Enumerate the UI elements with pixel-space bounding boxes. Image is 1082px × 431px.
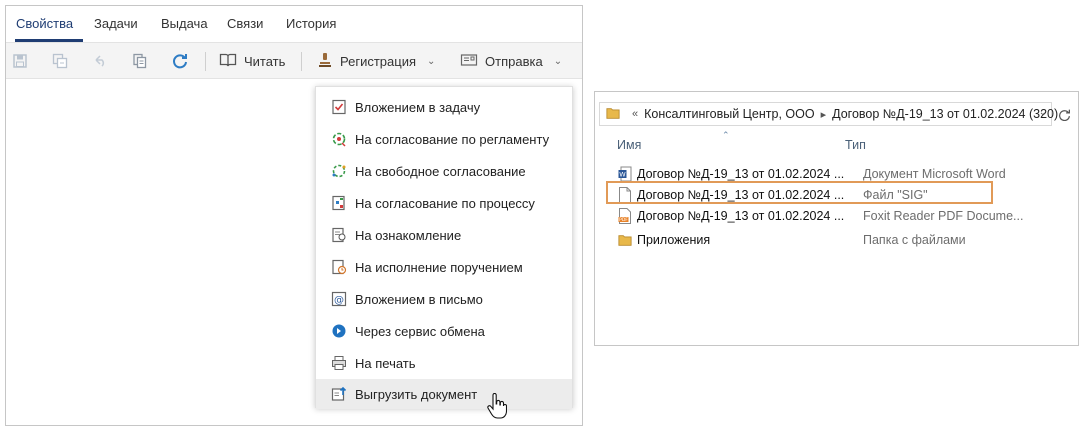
menu-item-label: На согласование по регламенту <box>355 131 550 147</box>
stamp-icon <box>317 52 333 71</box>
breadcrumb-overflow[interactable]: « <box>632 108 638 120</box>
menu-item-label: Через сервис обмена <box>355 323 485 339</box>
menu-item-label: На исполнение поручением <box>355 259 523 275</box>
refresh-icon[interactable] <box>170 51 190 71</box>
menu-item-label: Вложением в задачу <box>355 99 481 115</box>
register-button[interactable]: Регистрация ⌄ <box>317 51 435 71</box>
file-type: Файл "SIG" <box>863 188 928 202</box>
send-button[interactable]: Отправка ⌄ <box>460 51 562 71</box>
tab-properties[interactable]: Свойства <box>16 16 73 31</box>
svg-text:@: @ <box>334 295 344 306</box>
free-approval-icon <box>331 163 347 179</box>
book-icon <box>219 52 237 71</box>
column-header-name[interactable]: Имя <box>617 138 641 152</box>
export-document-icon <box>331 386 347 402</box>
menu-item-label: На свободное согласование <box>355 163 526 179</box>
file-explorer-window: « Консалтинговый Центр, ООО ▸ Договор №Д… <box>594 91 1079 346</box>
tab-tasks[interactable]: Задачи <box>94 16 138 31</box>
menu-item-process-approval[interactable]: На согласование по процессу <box>316 187 572 219</box>
tab-bar: Свойства Задачи Выдача Связи История <box>6 6 582 42</box>
file-name: Договор №Д-19_13 от 01.02.2024 ... <box>637 167 845 181</box>
undo-icon[interactable] <box>90 51 110 71</box>
mail-attach-icon: @ <box>331 291 347 307</box>
menu-item-label: Вложением в письмо <box>355 291 483 307</box>
save-icon[interactable] <box>10 51 30 71</box>
save-copy-icon[interactable] <box>50 51 70 71</box>
sort-ascending-icon: ⌃ <box>722 130 730 140</box>
breadcrumb-separator-icon: ▸ <box>820 108 827 121</box>
file-type: Foxit Reader PDF Docume... <box>863 209 1024 223</box>
read-label: Читать <box>244 53 286 69</box>
process-approval-icon <box>331 195 347 211</box>
svg-text:PDF: PDF <box>619 217 628 223</box>
chevron-down-icon: ⌄ <box>553 55 563 67</box>
file-type: Папка с файлами <box>863 233 966 247</box>
menu-item-print[interactable]: На печать <box>316 347 572 379</box>
exchange-service-icon <box>331 323 347 339</box>
send-dropdown-menu: Вложением в задачу На согласование по ре… <box>315 86 573 409</box>
toolbar-separator <box>301 52 302 71</box>
file-name: Договор №Д-19_13 от 01.02.2024 ... <box>637 209 845 223</box>
send-label: Отправка <box>485 53 543 69</box>
file-row[interactable]: W Договор №Д-19_13 от 01.02.2024 ... Док… <box>603 163 1073 185</box>
menu-item-execution-order[interactable]: На исполнение поручением <box>316 251 572 283</box>
menu-item-regulation-approval[interactable]: На согласование по регламенту <box>316 123 572 155</box>
tab-history[interactable]: История <box>286 16 336 31</box>
menu-item-export-document[interactable]: Выгрузить документ <box>316 379 572 409</box>
menu-item-label: На ознакомление <box>355 227 462 243</box>
toolbar: Читать Регистрация ⌄ Отправка ⌄ <box>6 42 582 79</box>
tab-issuance[interactable]: Выдача <box>161 16 208 31</box>
tab-links[interactable]: Связи <box>227 16 263 31</box>
file-type: Документ Microsoft Word <box>863 167 1006 181</box>
file-row[interactable]: Договор №Д-19_13 от 01.02.2024 ... Файл … <box>603 184 1073 206</box>
word-file-icon: W <box>617 166 633 182</box>
menu-item-attach-to-mail[interactable]: @ Вложением в письмо <box>316 283 572 315</box>
task-attach-icon <box>331 99 347 115</box>
copy-icon[interactable] <box>130 51 150 71</box>
blank-file-icon <box>617 187 633 203</box>
breadcrumb-item[interactable]: Консалтинговый Центр, ООО <box>644 107 814 121</box>
acquaintance-icon <box>331 227 347 243</box>
menu-item-label: На согласование по процессу <box>355 195 535 211</box>
register-label: Регистрация <box>340 53 416 69</box>
svg-text:W: W <box>619 171 626 179</box>
file-row[interactable]: PDF Договор №Д-19_13 от 01.02.2024 ... F… <box>603 205 1073 227</box>
pdf-file-icon: PDF <box>617 208 633 224</box>
toolbar-separator <box>205 52 206 71</box>
menu-item-free-approval[interactable]: На свободное согласование <box>316 155 572 187</box>
regulation-approval-icon <box>331 131 347 147</box>
file-row[interactable]: Приложения Папка с файлами <box>603 229 1073 251</box>
chevron-down-icon: ⌄ <box>427 55 436 67</box>
menu-item-label: На печать <box>355 355 416 371</box>
explorer-refresh-icon[interactable] <box>1054 102 1074 126</box>
envelope-icon <box>460 53 478 70</box>
column-header-type[interactable]: Тип <box>845 138 866 152</box>
address-bar[interactable]: « Консалтинговый Центр, ООО ▸ Договор №Д… <box>599 102 1058 126</box>
breadcrumb-item[interactable]: Договор №Д-19_13 от 01.02.2024 (320) <box>832 107 1058 121</box>
hand-cursor-icon <box>487 392 508 419</box>
menu-item-acquaintance[interactable]: На ознакомление <box>316 219 572 251</box>
read-button[interactable]: Читать <box>219 51 285 71</box>
menu-item-label: Выгрузить документ <box>355 386 478 402</box>
file-name: Договор №Д-19_13 от 01.02.2024 ... <box>637 188 845 202</box>
menu-item-attach-to-task[interactable]: Вложением в задачу <box>316 91 572 123</box>
folder-name: Приложения <box>637 233 711 247</box>
folder-icon <box>617 232 633 248</box>
folder-icon <box>606 106 620 123</box>
menu-item-exchange-service[interactable]: Через сервис обмена <box>316 315 572 347</box>
chevron-down-icon[interactable]: ⌄ <box>1039 107 1047 118</box>
execution-icon <box>331 259 347 275</box>
print-icon <box>331 355 347 371</box>
